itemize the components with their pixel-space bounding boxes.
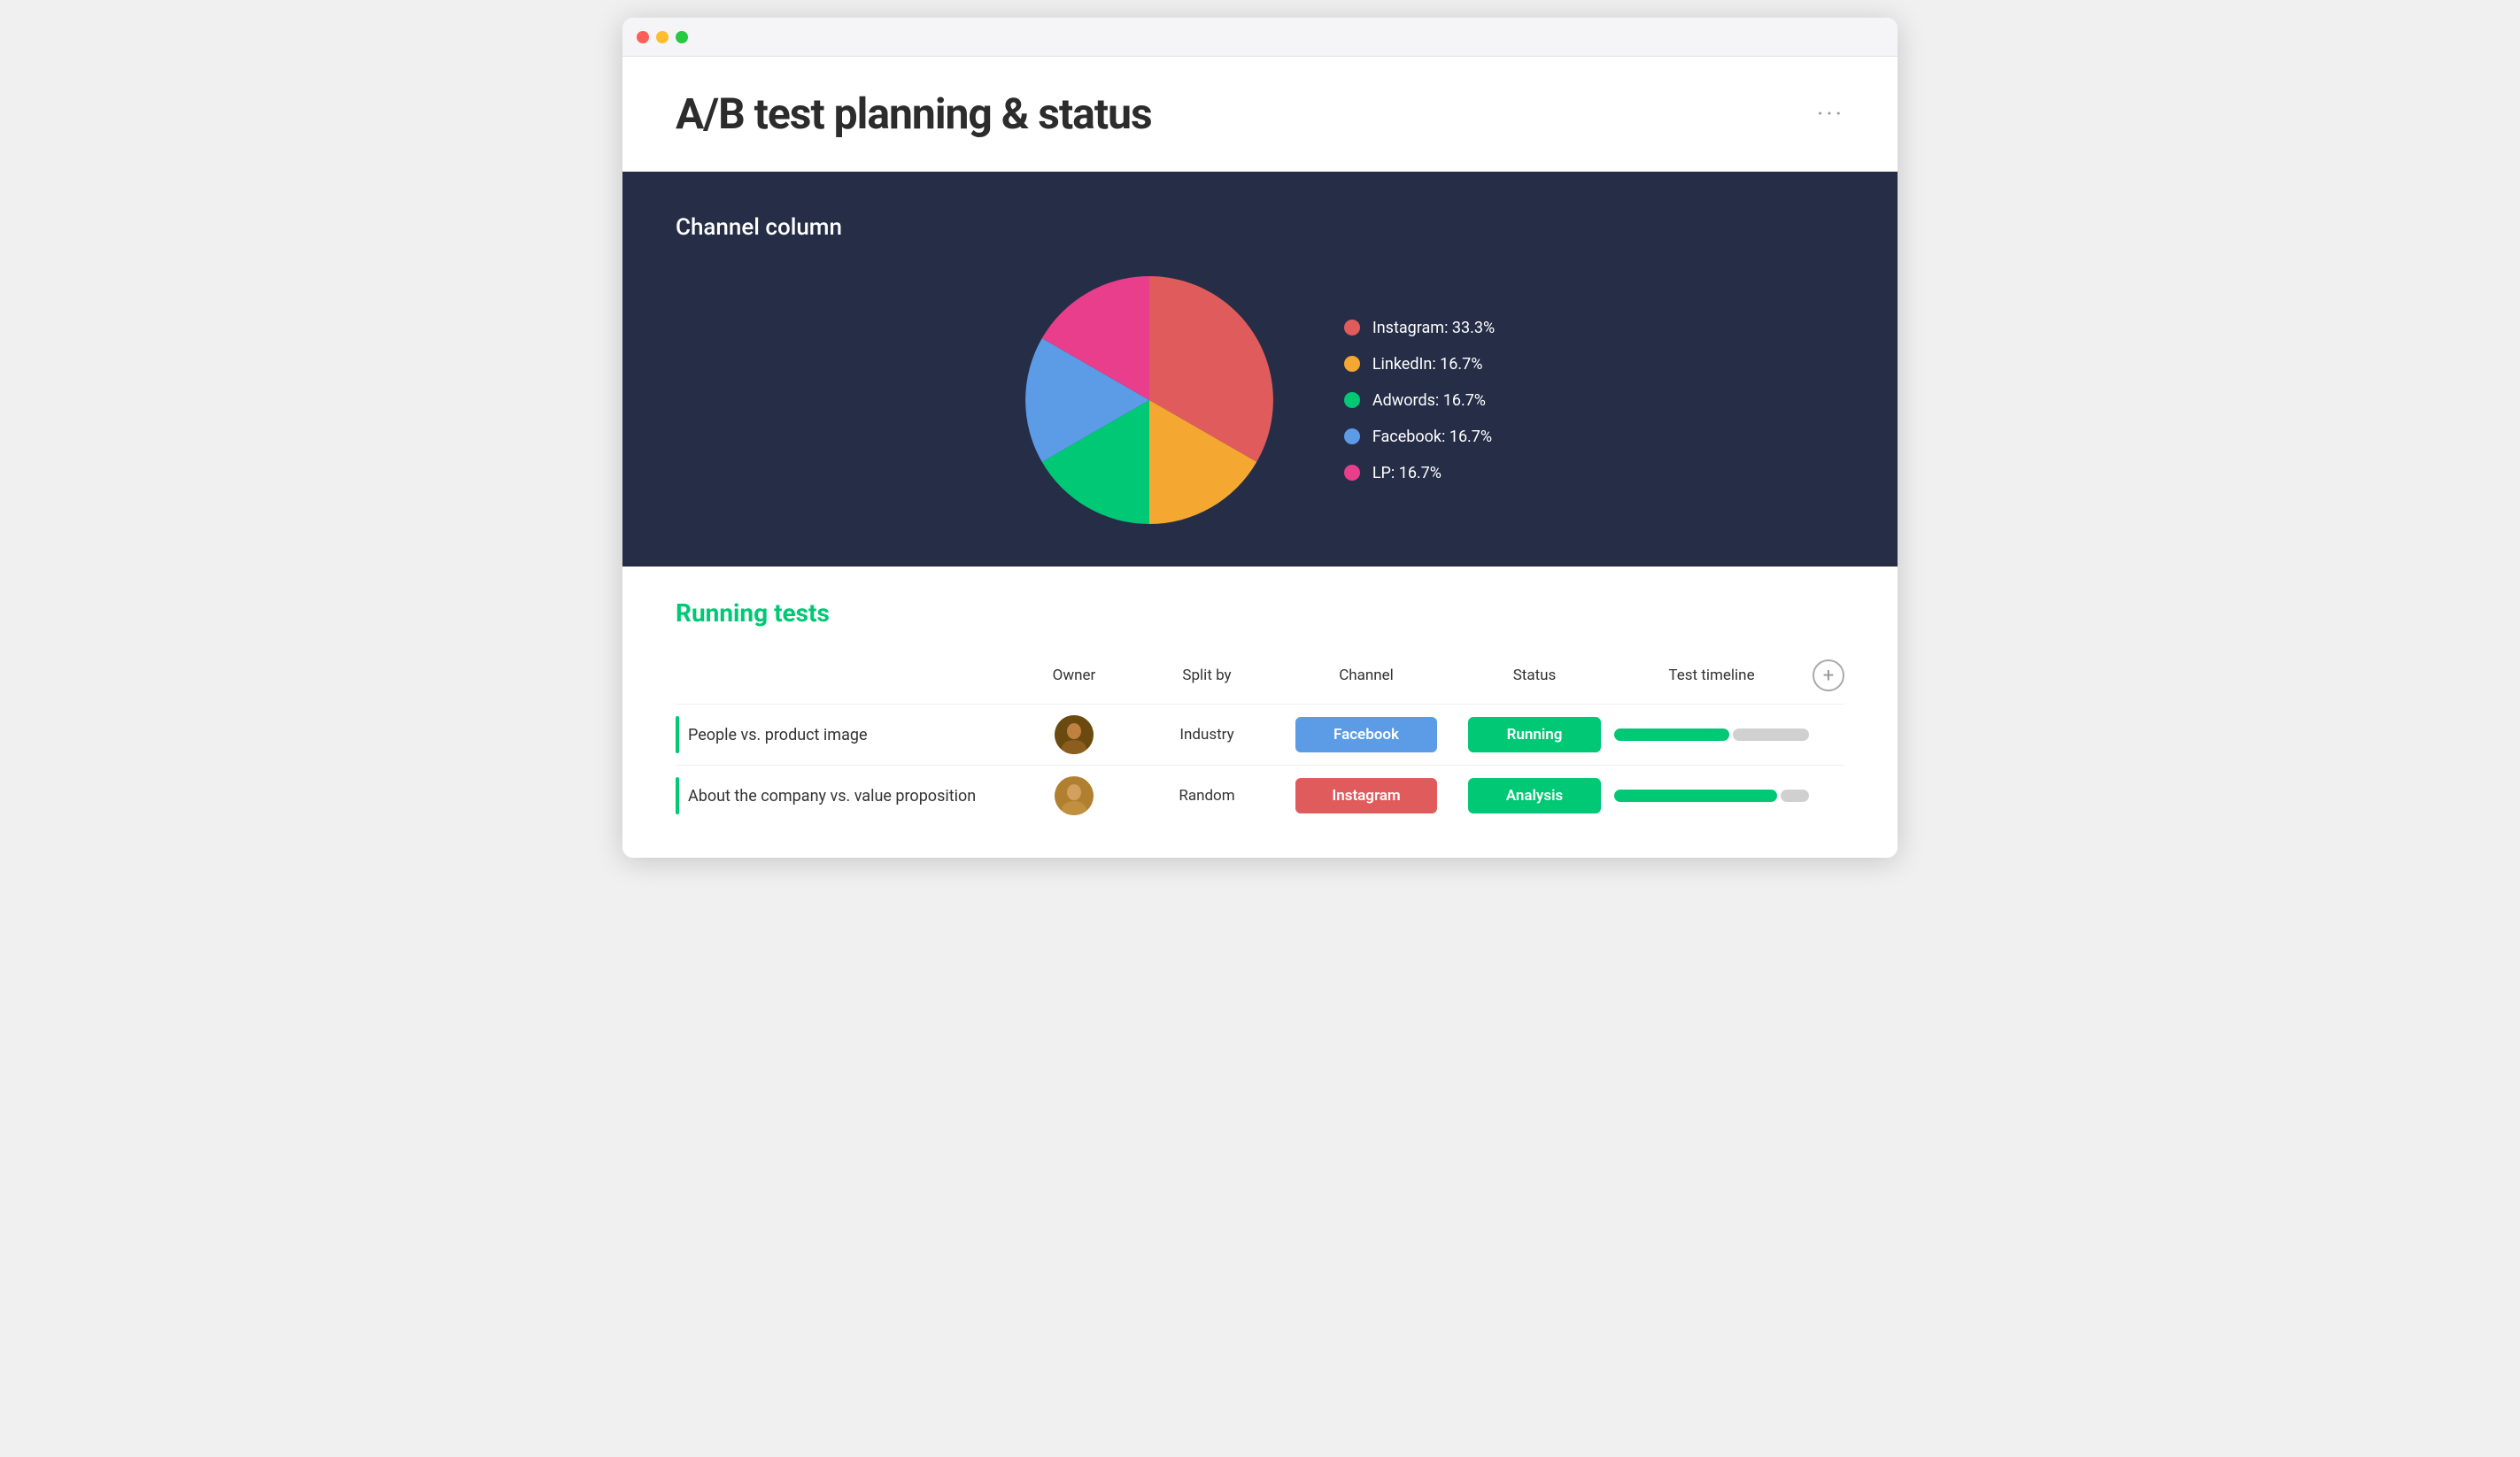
legend-dot-facebook [1344, 428, 1360, 444]
legend-label-linkedin: LinkedIn: 16.7% [1372, 355, 1483, 374]
table-row: About the company vs. value proposition … [676, 765, 1844, 826]
owner-cell-2 [1012, 776, 1136, 815]
legend-label-lp: LP: 16.7% [1372, 464, 1442, 482]
close-button[interactable] [637, 31, 649, 43]
avatar-svg-1 [1055, 715, 1094, 754]
legend-dot-adwords [1344, 392, 1360, 408]
col-header-owner: Owner [1012, 667, 1136, 684]
title-bar [622, 18, 1898, 57]
channel-cell-1: Facebook [1278, 717, 1455, 752]
col-header-status: Status [1455, 667, 1614, 684]
status-cell-1: Running [1455, 717, 1614, 752]
test-name-2: About the company vs. value proposition [688, 787, 976, 806]
avatar-2 [1055, 776, 1094, 815]
pie-svg [1025, 276, 1273, 524]
running-tests-section: Running tests Owner Split by Channel Sta… [622, 567, 1898, 858]
status-cell-2: Analysis [1455, 778, 1614, 813]
split-by-2: Random [1136, 787, 1278, 805]
legend-label-instagram: Instagram: 33.3% [1372, 319, 1495, 337]
status-badge-1[interactable]: Running [1468, 717, 1601, 752]
owner-cell-1 [1012, 715, 1136, 754]
col-header-channel: Channel [1278, 667, 1455, 684]
page-header: A/B test planning & status ··· [622, 57, 1898, 172]
col-header-test-timeline: Test timeline [1614, 667, 1809, 684]
table-header: Owner Split by Channel Status Test timel… [676, 652, 1844, 704]
maximize-button[interactable] [676, 31, 688, 43]
legend-label-facebook: Facebook: 16.7% [1372, 428, 1492, 446]
test-name-1: People vs. product image [688, 726, 868, 744]
timeline-cell-2 [1614, 790, 1809, 802]
row-bar-2 [676, 777, 679, 814]
row-name-1: People vs. product image [676, 716, 1012, 753]
legend-item-adwords: Adwords: 16.7% [1344, 391, 1495, 410]
pie-chart [1025, 276, 1273, 524]
row-bar-1 [676, 716, 679, 753]
timeline-cell-1 [1614, 728, 1809, 741]
col-header-split-by: Split by [1136, 667, 1278, 684]
chart-section: Channel column [622, 172, 1898, 567]
app-window: A/B test planning & status ··· Channel c… [622, 18, 1898, 858]
channel-badge-1[interactable]: Facebook [1295, 717, 1437, 752]
legend-dot-lp [1344, 465, 1360, 481]
legend-label-adwords: Adwords: 16.7% [1372, 391, 1486, 410]
running-tests-title: Running tests [676, 598, 1844, 628]
legend-dot-linkedin [1344, 356, 1360, 372]
more-options-button[interactable]: ··· [1817, 99, 1844, 128]
legend-item-lp: LP: 16.7% [1344, 464, 1495, 482]
chart-area: Instagram: 33.3% LinkedIn: 16.7% Adwords… [676, 276, 1844, 524]
legend-item-facebook: Facebook: 16.7% [1344, 428, 1495, 446]
minimize-button[interactable] [656, 31, 669, 43]
chart-legend: Instagram: 33.3% LinkedIn: 16.7% Adwords… [1344, 319, 1495, 482]
row-name-2: About the company vs. value proposition [676, 777, 1012, 814]
chart-title: Channel column [676, 214, 1844, 241]
add-column-button[interactable]: + [1813, 659, 1844, 691]
page-title: A/B test planning & status [676, 89, 1152, 139]
channel-cell-2: Instagram [1278, 778, 1455, 813]
avatar-svg-2 [1055, 776, 1094, 815]
status-badge-2[interactable]: Analysis [1468, 778, 1601, 813]
col-header-add: + [1809, 659, 1844, 691]
legend-item-linkedin: LinkedIn: 16.7% [1344, 355, 1495, 374]
channel-badge-2[interactable]: Instagram [1295, 778, 1437, 813]
split-by-1: Industry [1136, 726, 1278, 744]
avatar-1 [1055, 715, 1094, 754]
table-row: People vs. product image Industry Facebo… [676, 704, 1844, 765]
legend-dot-instagram [1344, 320, 1360, 335]
legend-item-instagram: Instagram: 33.3% [1344, 319, 1495, 337]
